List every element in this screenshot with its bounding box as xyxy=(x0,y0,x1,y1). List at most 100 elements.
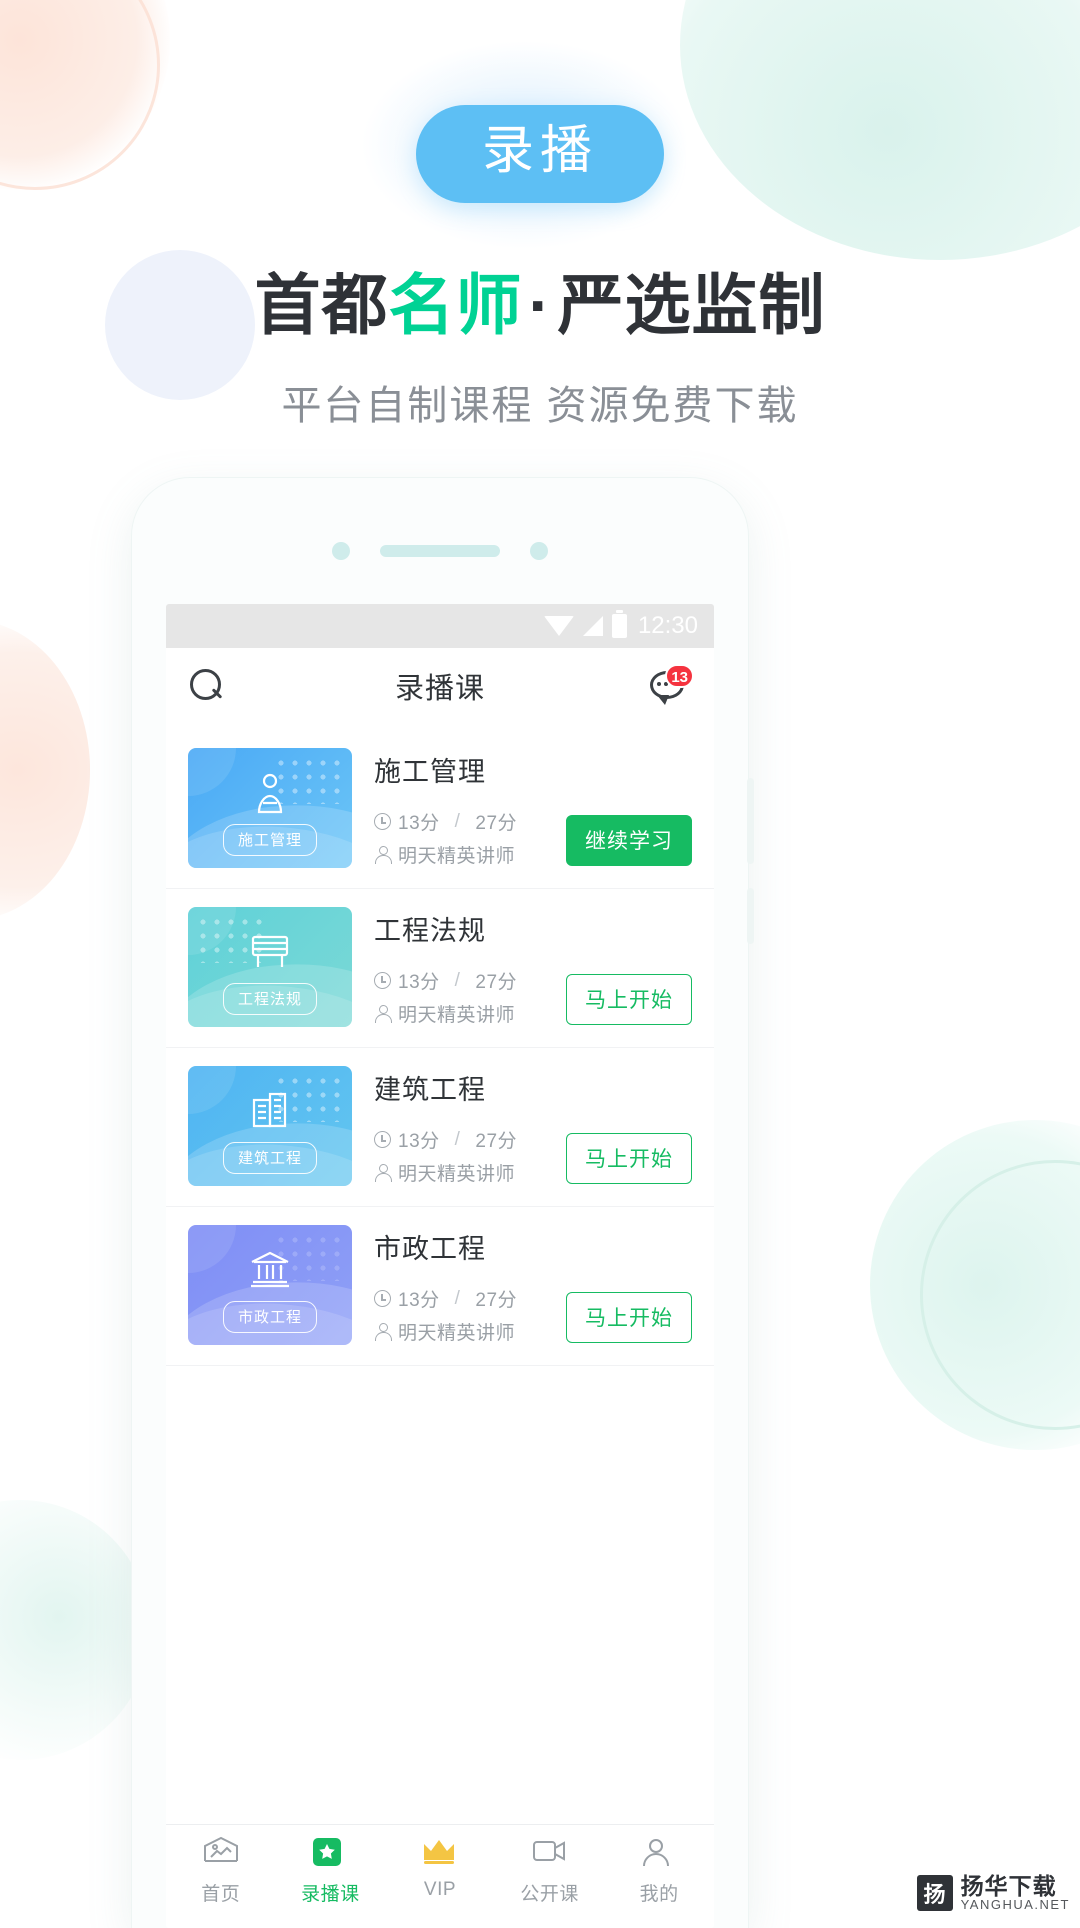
headline-part-pre: 首都 xyxy=(254,267,389,342)
duration-total: 27分 xyxy=(475,1131,518,1152)
course-instructor: 明天精英讲师 xyxy=(374,1000,566,1027)
page-title: 录播课 xyxy=(394,673,485,705)
course-cta-button[interactable]: 继续学习 xyxy=(566,815,692,866)
promo-subhead: 平台自制课程 资源免费下载 xyxy=(281,384,799,429)
decor-circle-mint-bottom-left xyxy=(0,1500,150,1760)
course-bottom: 13分 / 27分 明天精英讲师 继续学习 xyxy=(374,802,692,868)
clock-icon xyxy=(374,1131,391,1148)
phone-power-button xyxy=(747,888,754,944)
course-cta-button[interactable]: 马上开始 xyxy=(566,974,692,1025)
watermark: 扬 扬华下载 YANGHUA.NET xyxy=(907,1866,1080,1920)
headline-part-accent: 名师 xyxy=(388,267,523,342)
thumb-label: 施工管理 xyxy=(222,824,318,856)
promo-header: 录播 首都名师·严选监制 平台自制课程 资源免费下载 xyxy=(0,0,1080,431)
duration-watched: 13分 xyxy=(398,972,440,993)
decor-circle-peach-left xyxy=(0,620,90,920)
wifi-icon xyxy=(543,616,574,636)
course-card[interactable]: 建筑工程 建筑工程 13分 / 27分 明天精英讲师 马上开始 xyxy=(166,1048,714,1207)
bottom-tab-bar: 首页 录播课 VIP 公开课 我的 xyxy=(166,1824,714,1928)
course-info: 建筑工程 13分 / 27分 明天精英讲师 马上开始 xyxy=(352,1066,692,1186)
home-icon xyxy=(201,1835,241,1871)
course-cta-button[interactable]: 马上开始 xyxy=(566,1292,692,1343)
course-thumbnail: 施工管理 xyxy=(188,748,352,868)
speaker-grille xyxy=(380,545,500,557)
course-meta: 13分 / 27分 明天精英讲师 xyxy=(374,961,566,1027)
crown-icon xyxy=(420,1835,460,1871)
instructor-name: 明天精英讲师 xyxy=(398,1164,516,1185)
clock-icon xyxy=(374,972,391,989)
status-bar-time: 12:30 xyxy=(637,612,698,639)
course-bottom: 13分 / 27分 明天精英讲师 马上开始 xyxy=(374,1120,692,1186)
phone-mockup: 12:30 录播课 13 施工管理 施工管理 13分 / 27分 明天精英讲师 … xyxy=(132,478,754,1928)
status-bar: 12:30 xyxy=(166,604,714,648)
watermark-en: YANGHUA.NET xyxy=(960,1897,1070,1913)
promo-badge: 录播 xyxy=(415,105,664,203)
sensor-icon xyxy=(530,542,548,560)
promo-headline: 首都名师·严选监制 xyxy=(0,267,1080,342)
clock-icon xyxy=(374,813,391,830)
duration-watched: 13分 xyxy=(398,1290,440,1311)
duration-watched: 13分 xyxy=(398,813,440,834)
course-list: 施工管理 施工管理 13分 / 27分 明天精英讲师 继续学习 工程法规 工程法… xyxy=(166,724,714,1824)
tab-recorded-courses[interactable]: 录播课 xyxy=(276,1835,386,1928)
course-thumbnail: 工程法规 xyxy=(188,907,352,1027)
course-cta-button[interactable]: 马上开始 xyxy=(566,1133,692,1184)
course-title: 施工管理 xyxy=(374,757,486,787)
course-info: 工程法规 13分 / 27分 明天精英讲师 马上开始 xyxy=(352,907,692,1027)
watermark-logo: 扬 xyxy=(916,1875,953,1912)
phone-notch xyxy=(132,542,748,560)
tab-label: 首页 xyxy=(201,1884,241,1905)
person-icon xyxy=(188,772,352,816)
user-icon xyxy=(374,1005,392,1023)
building-icon xyxy=(188,1090,352,1132)
course-instructor: 明天精英讲师 xyxy=(374,841,566,868)
tab-open-courses[interactable]: 公开课 xyxy=(495,1835,605,1928)
tab-vip[interactable]: VIP xyxy=(385,1835,495,1928)
duration-watched: 13分 xyxy=(398,1131,440,1152)
clock-icon xyxy=(374,1290,391,1307)
course-bottom: 13分 / 27分 明天精英讲师 马上开始 xyxy=(374,1279,692,1345)
star-box-icon xyxy=(310,1835,350,1871)
user-icon xyxy=(639,1835,679,1871)
course-title: 工程法规 xyxy=(374,916,486,946)
thumb-label: 市政工程 xyxy=(222,1301,318,1333)
course-title: 市政工程 xyxy=(374,1234,486,1264)
thumb-label: 建筑工程 xyxy=(222,1142,318,1174)
course-duration: 13分 / 27分 xyxy=(374,1126,566,1153)
tab-home[interactable]: 首页 xyxy=(166,1835,276,1928)
instructor-name: 明天精英讲师 xyxy=(398,1005,516,1026)
duration-total: 27分 xyxy=(475,972,518,993)
barrier-icon xyxy=(188,931,352,971)
user-icon xyxy=(374,846,392,864)
user-icon xyxy=(374,1323,392,1341)
message-button[interactable]: 13 xyxy=(650,664,694,705)
course-info: 施工管理 13分 / 27分 明天精英讲师 继续学习 xyxy=(352,748,692,868)
duration-total: 27分 xyxy=(475,1290,518,1311)
course-thumbnail: 建筑工程 xyxy=(188,1066,352,1186)
duration-separator: / xyxy=(454,1128,461,1150)
headline-separator: · xyxy=(528,267,552,342)
signal-icon xyxy=(582,616,603,636)
course-card[interactable]: 工程法规 工程法规 13分 / 27分 明天精英讲师 马上开始 xyxy=(166,889,714,1048)
course-card[interactable]: 施工管理 施工管理 13分 / 27分 明天精英讲师 继续学习 xyxy=(166,730,714,889)
tab-label: VIP xyxy=(423,1879,457,1900)
course-meta: 13分 / 27分 明天精英讲师 xyxy=(374,802,566,868)
course-duration: 13分 / 27分 xyxy=(374,967,566,994)
course-duration: 13分 / 27分 xyxy=(374,1285,566,1312)
headline-part-post: 严选监制 xyxy=(557,267,826,342)
duration-separator: / xyxy=(454,969,461,991)
course-info: 市政工程 13分 / 27分 明天精英讲师 马上开始 xyxy=(352,1225,692,1345)
tab-profile[interactable]: 我的 xyxy=(604,1835,714,1928)
instructor-name: 明天精英讲师 xyxy=(398,846,516,867)
phone-screen: 12:30 录播课 13 施工管理 施工管理 13分 / 27分 明天精英讲师 … xyxy=(166,604,714,1928)
user-icon xyxy=(374,1164,392,1182)
video-icon xyxy=(530,1835,570,1871)
instructor-name: 明天精英讲师 xyxy=(398,1323,516,1344)
course-card[interactable]: 市政工程 市政工程 13分 / 27分 明天精英讲师 马上开始 xyxy=(166,1207,714,1366)
course-meta: 13分 / 27分 明天精英讲师 xyxy=(374,1120,566,1186)
course-title: 建筑工程 xyxy=(374,1075,486,1105)
tab-label: 公开课 xyxy=(520,1884,579,1905)
watermark-text: 扬华下载 YANGHUA.NET xyxy=(961,1874,1070,1912)
course-bottom: 13分 / 27分 明天精英讲师 马上开始 xyxy=(374,961,692,1027)
course-instructor: 明天精英讲师 xyxy=(374,1318,566,1345)
